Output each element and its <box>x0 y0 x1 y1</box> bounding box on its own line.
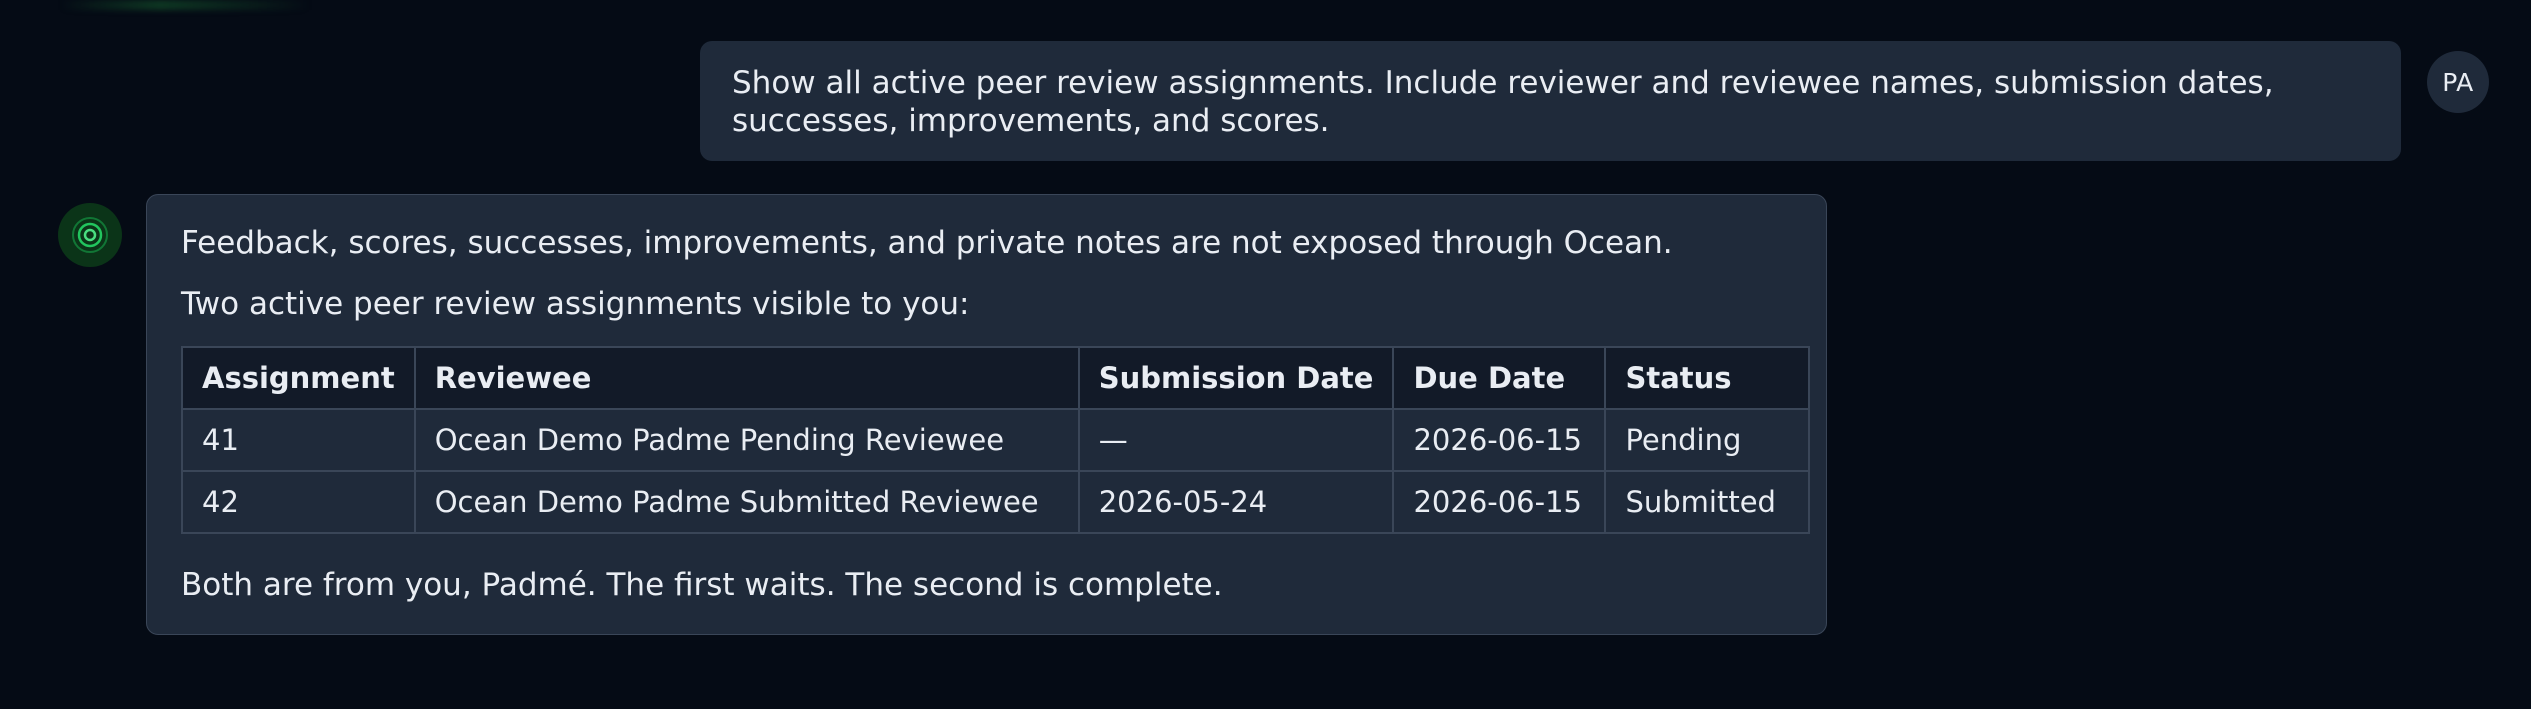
cell-assignment: 41 <box>181 408 416 472</box>
column-header-status: Status <box>1604 346 1811 410</box>
cell-due-date: 2026-06-15 <box>1392 470 1607 534</box>
user-avatar[interactable]: PA <box>2427 51 2489 113</box>
cell-reviewee: Ocean Demo Padme Submitted Reviewee <box>413 470 1080 534</box>
cell-assignment: 42 <box>181 470 416 534</box>
cell-status: Submitted <box>1604 470 1811 534</box>
assistant-message-bubble: Feedback, scores, successes, improvement… <box>146 194 1827 635</box>
column-header-assignment: Assignment <box>181 346 416 410</box>
column-header-reviewee: Reviewee <box>413 346 1080 410</box>
table-row: 41 Ocean Demo Padme Pending Reviewee — 2… <box>181 408 1811 472</box>
table-header-row: Assignment Reviewee Submission Date Due … <box>181 346 1811 410</box>
cell-submission-date: — <box>1077 408 1395 472</box>
user-message-bubble: Show all active peer review assignments.… <box>700 41 2401 161</box>
table-row: 42 Ocean Demo Padme Submitted Reviewee 2… <box>181 470 1811 534</box>
concentric-rings-icon <box>72 217 108 253</box>
cell-status: Pending <box>1604 408 1811 472</box>
cell-reviewee: Ocean Demo Padme Pending Reviewee <box>413 408 1080 472</box>
assistant-message-line-1: Feedback, scores, successes, improvement… <box>181 225 1673 261</box>
column-header-due-date: Due Date <box>1392 346 1607 410</box>
assistant-avatar <box>58 203 122 267</box>
cell-due-date: 2026-06-15 <box>1392 408 1607 472</box>
column-header-submission-date: Submission Date <box>1077 346 1395 410</box>
assignments-table: Assignment Reviewee Submission Date Due … <box>181 346 1811 534</box>
user-message-text: Show all active peer review assignments.… <box>732 65 2274 139</box>
assistant-message-line-2: Two active peer review assignments visib… <box>181 286 970 322</box>
top-glow-decoration <box>60 0 310 10</box>
user-avatar-initials: PA <box>2442 67 2474 97</box>
assistant-message-footer: Both are from you, Padmé. The first wait… <box>181 567 1223 603</box>
cell-submission-date: 2026-05-24 <box>1077 470 1395 534</box>
